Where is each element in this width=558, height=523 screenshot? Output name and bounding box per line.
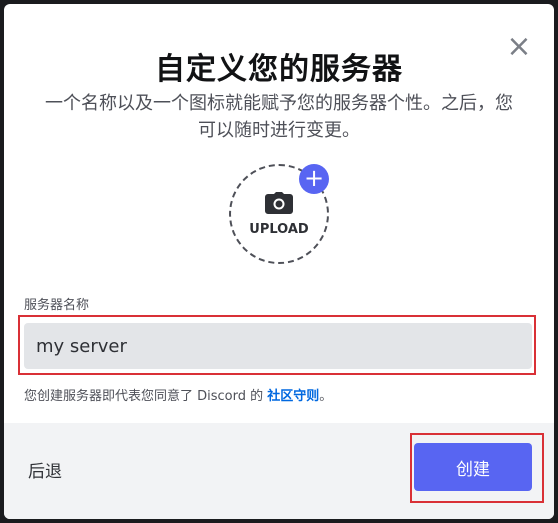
community-guidelines-link[interactable]: 社区守则 — [267, 389, 319, 404]
server-name-input[interactable] — [24, 323, 532, 369]
modal-title: 自定义您的服务器 — [155, 52, 403, 87]
back-button[interactable]: 后退 — [28, 457, 62, 482]
create-button[interactable]: 创建 — [414, 443, 532, 491]
modal-footer: 后退 创建 — [4, 423, 554, 519]
upload-label: UPLOAD — [249, 222, 309, 237]
terms-prefix: 您创建服务器即代表您同意了 Discord 的 — [24, 389, 264, 404]
modal-subtitle: 一个名称以及一个图标就能赋予您的服务器个性。之后，您可以随时进行变更。 — [45, 93, 513, 141]
plus-icon[interactable]: + — [299, 164, 329, 194]
terms-notice: 您创建服务器即代表您同意了 Discord 的 社区守则。 — [24, 385, 332, 404]
server-name-label: 服务器名称 — [24, 298, 90, 313]
terms-suffix: 。 — [319, 389, 333, 404]
camera-icon — [265, 192, 293, 214]
create-server-modal: × 自定义您的服务器 一个名称以及一个图标就能赋予您的服务器个性。之后，您可以随… — [4, 4, 554, 519]
